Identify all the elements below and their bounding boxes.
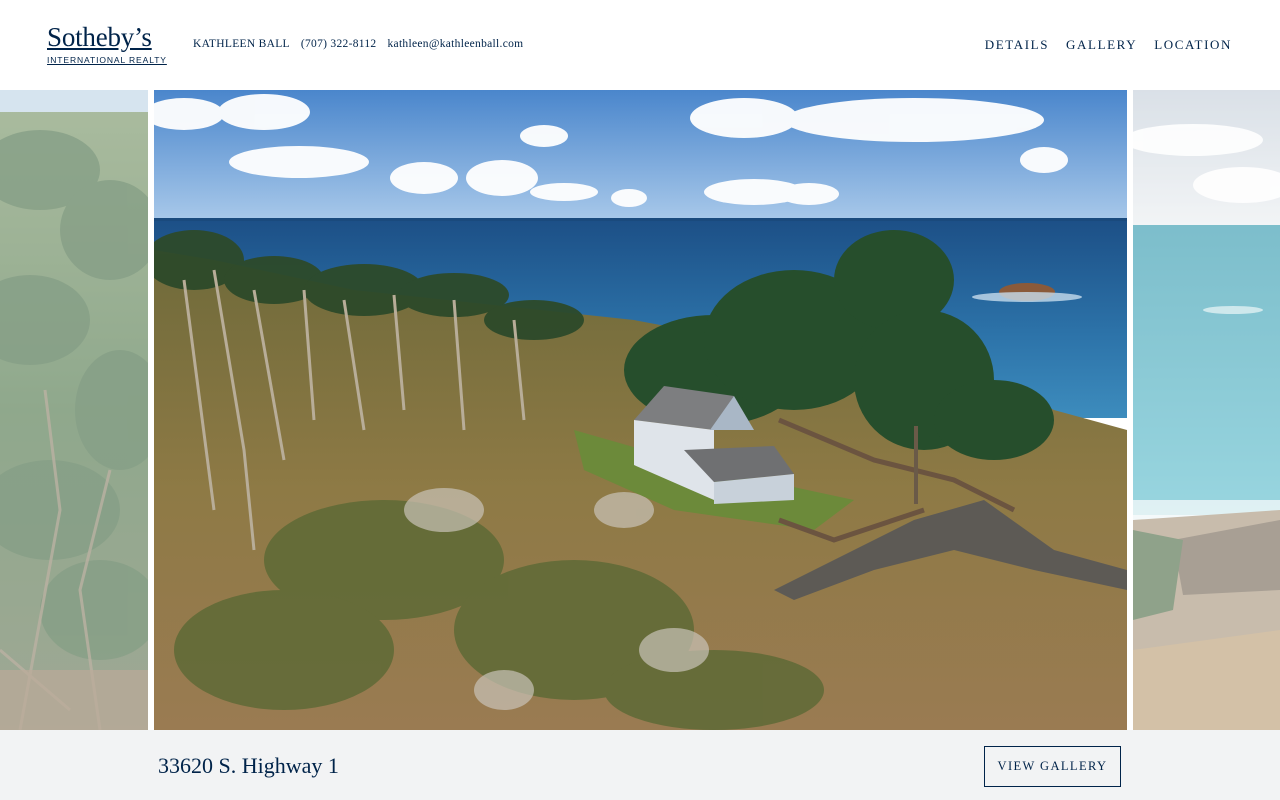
listing-address: 33620 S. Highway 1 (158, 753, 339, 778)
nav-details[interactable]: DETAILS (985, 37, 1049, 53)
slide-fade-overlay (0, 90, 148, 730)
agent-email-link[interactable]: kathleen@kathleenball.com (387, 38, 523, 50)
brand-tagline: INTERNATIONAL REALTY (47, 55, 167, 65)
brand-name: Sotheby’s (47, 22, 152, 52)
agent-name: KATHLEEN BALL (193, 38, 290, 50)
listing-bar: 33620 S. Highway 1 VIEW GALLERY (0, 730, 1280, 800)
brand-logo[interactable]: Sotheby’s INTERNATIONAL REALTY (47, 22, 167, 65)
main-slide-photo[interactable] (154, 90, 1127, 730)
main-nav: DETAILS GALLERY LOCATION (985, 37, 1232, 53)
slide-fade-overlay (1133, 90, 1280, 730)
previous-slide-photo[interactable] (0, 90, 148, 730)
agent-contact: KATHLEEN BALL (707) 322-8112 kathleen@ka… (193, 38, 523, 50)
next-slide-photo[interactable] (1133, 90, 1280, 730)
nav-gallery[interactable]: GALLERY (1066, 37, 1137, 53)
agent-phone-link[interactable]: (707) 322-8112 (301, 38, 377, 50)
view-gallery-button[interactable]: VIEW GALLERY (984, 746, 1121, 787)
nav-location[interactable]: LOCATION (1154, 37, 1232, 53)
site-header: Sotheby’s INTERNATIONAL REALTY KATHLEEN … (0, 0, 1280, 90)
photo-carousel[interactable] (0, 90, 1280, 730)
